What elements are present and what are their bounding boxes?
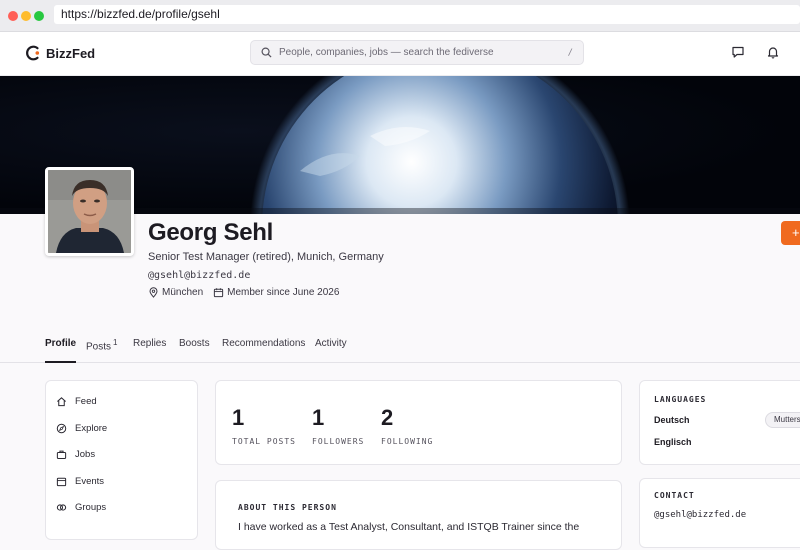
sidebar-item-label: Explore xyxy=(75,423,108,434)
profile-handle: @gsehl@bizzfed.de xyxy=(148,270,251,281)
search-shortcut-hint: / xyxy=(567,47,573,58)
stat-followers-value: 1 xyxy=(312,405,325,430)
notifications-bell-icon[interactable] xyxy=(766,45,780,59)
top-navigation: BizzFed People, companies, jobs — search… xyxy=(0,32,800,76)
brand-logo[interactable]: BizzFed xyxy=(24,44,95,62)
profile-name: Georg Sehl xyxy=(148,219,274,246)
about-text: I have worked as a Test Analyst, Consult… xyxy=(238,521,580,533)
browser-chrome: https://bizzfed.de/profile/gsehl xyxy=(0,0,800,32)
tab-boosts[interactable]: Boosts xyxy=(179,338,210,363)
profile-meta: München Member since June 2026 xyxy=(148,287,349,298)
stat-following-value: 2 xyxy=(381,405,394,430)
stat-followers-label[interactable]: FOLLOWERS xyxy=(312,437,364,446)
location-pin-icon xyxy=(149,287,158,298)
profile-headline: Senior Test Manager (retired), Munich, G… xyxy=(148,251,384,263)
languages-card: LANGUAGES Deutsch Mutters Englisch xyxy=(639,380,800,465)
close-window-button[interactable] xyxy=(8,11,18,21)
member-since-text: Member since June 2026 xyxy=(227,287,340,298)
briefcase-icon xyxy=(56,450,67,459)
follow-button[interactable]: + xyxy=(781,221,800,245)
location-text: München xyxy=(162,287,204,298)
tab-label: Replies xyxy=(133,338,167,349)
tab-label: Profile xyxy=(45,338,77,349)
stat-following-label[interactable]: FOLLOWING xyxy=(381,437,433,446)
tab-profile[interactable]: Profile xyxy=(45,338,77,363)
address-bar[interactable]: https://bizzfed.de/profile/gsehl xyxy=(54,5,800,24)
about-title: ABOUT THIS PERSON xyxy=(238,503,337,512)
minimize-window-button[interactable] xyxy=(21,11,31,21)
location: München xyxy=(148,287,203,298)
sidebar-nav: Feed Explore Jobs Events Groups xyxy=(45,380,198,540)
groups-icon xyxy=(56,504,67,511)
home-icon xyxy=(57,397,66,407)
stat-total-posts-value: 1 xyxy=(232,405,245,430)
tab-label: Boosts xyxy=(179,338,210,349)
profile-avatar[interactable] xyxy=(45,167,134,256)
sidebar-item-label: Feed xyxy=(75,396,97,407)
stat-total-posts-label: TOTAL POSTS xyxy=(232,437,296,446)
tab-replies[interactable]: Replies xyxy=(133,338,166,363)
sidebar-item-label: Jobs xyxy=(75,449,96,460)
sidebar-item-label: Events xyxy=(75,476,105,487)
calendar-icon xyxy=(214,288,224,298)
maximize-window-button[interactable] xyxy=(34,11,44,21)
contact-title: CONTACT xyxy=(654,491,695,500)
tab-activity[interactable]: Activity xyxy=(315,338,347,363)
stats-card: 1 TOTAL POSTS 1 FOLLOWERS 2 FOLLOWING xyxy=(215,380,622,465)
tab-posts[interactable]: Posts 1 xyxy=(86,338,117,363)
brand-name: BizzFed xyxy=(46,45,96,61)
calendar-icon xyxy=(56,477,67,487)
search-placeholder: People, companies, jobs — search the fed… xyxy=(279,47,494,58)
compass-icon xyxy=(56,423,67,434)
profile-tabs: Profile Posts 1 Replies Boosts Recommenda… xyxy=(0,332,800,363)
search-input[interactable]: People, companies, jobs — search the fed… xyxy=(250,40,584,65)
language-name: Englisch xyxy=(654,437,692,447)
language-name: Deutsch xyxy=(654,415,690,425)
sidebar-item-feed[interactable]: Feed xyxy=(56,396,97,407)
messages-icon[interactable] xyxy=(731,45,745,59)
member-since: Member since June 2026 xyxy=(213,287,339,298)
languages-title: LANGUAGES xyxy=(654,395,707,404)
bizzfed-logo-icon xyxy=(26,45,40,61)
search-icon xyxy=(261,47,272,58)
sidebar-item-explore[interactable]: Explore xyxy=(56,423,107,434)
about-card: ABOUT THIS PERSON I have worked as a Tes… xyxy=(215,480,622,550)
tab-label: Recommendations xyxy=(222,338,306,349)
avatar-photo xyxy=(48,170,131,253)
sidebar-item-groups[interactable]: Groups xyxy=(56,502,106,513)
contact-handle[interactable]: @gsehl@bizzfed.de xyxy=(654,510,746,520)
contact-card: CONTACT @gsehl@bizzfed.de xyxy=(639,478,800,548)
language-level-badge: Mutters xyxy=(765,412,800,428)
sidebar-item-jobs[interactable]: Jobs xyxy=(56,449,95,460)
sidebar-item-label: Groups xyxy=(75,502,107,513)
tab-count: 1 xyxy=(113,338,118,347)
tab-label: Posts xyxy=(86,341,112,353)
tab-label: Activity xyxy=(315,338,347,349)
sidebar-item-events[interactable]: Events xyxy=(56,476,104,487)
tab-recommendations[interactable]: Recommendations xyxy=(222,338,305,363)
